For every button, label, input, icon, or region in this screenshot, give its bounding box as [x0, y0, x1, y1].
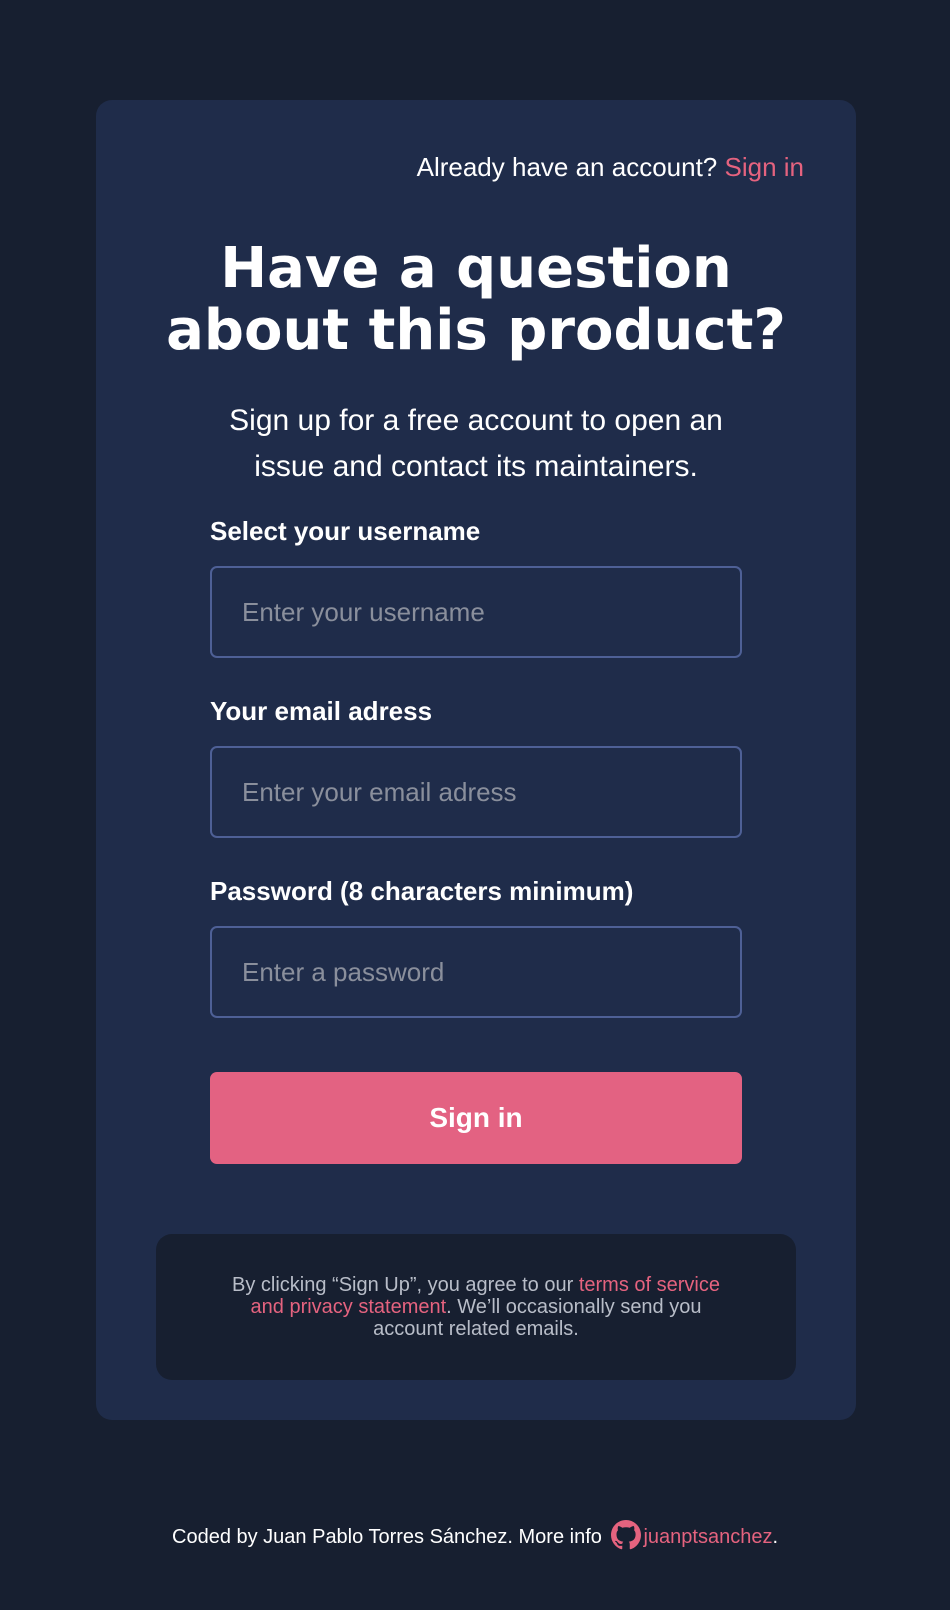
signup-card: Already have an account? Sign in Have a …: [96, 100, 856, 1420]
footer-text: Coded by Juan Pablo Torres Sánchez. More…: [172, 1526, 602, 1548]
github-icon: [611, 1520, 642, 1550]
password-input[interactable]: [210, 926, 742, 1018]
legal-text: By clicking “Sign Up”, you agree to our …: [226, 1274, 726, 1340]
legal-text-before: By clicking “Sign Up”, you agree to our: [232, 1274, 579, 1296]
footer: Coded by Juan Pablo Torres Sánchez. More…: [0, 1520, 950, 1550]
email-label: Your email adress: [210, 696, 433, 726]
email-input[interactable]: [210, 746, 742, 838]
page-subtitle: Sign up for a free account to open an is…: [229, 404, 723, 483]
submit-button[interactable]: Sign in: [210, 1072, 742, 1164]
password-label: Password (8 characters minimum): [210, 876, 634, 906]
username-label: Select your username: [210, 516, 481, 546]
signin-prompt-text: Already have an account?: [416, 152, 718, 182]
legal-notice: By clicking “Sign Up”, you agree to our …: [156, 1234, 796, 1380]
username-input[interactable]: [210, 566, 742, 658]
signin-prompt: Already have an account? Sign in: [417, 152, 804, 183]
signin-link[interactable]: Sign in: [725, 152, 805, 182]
github-profile-link[interactable]: juanptsanchez: [643, 1526, 772, 1548]
page-title: Have a question about this product?: [166, 236, 786, 363]
footer-end: .: [772, 1526, 778, 1548]
